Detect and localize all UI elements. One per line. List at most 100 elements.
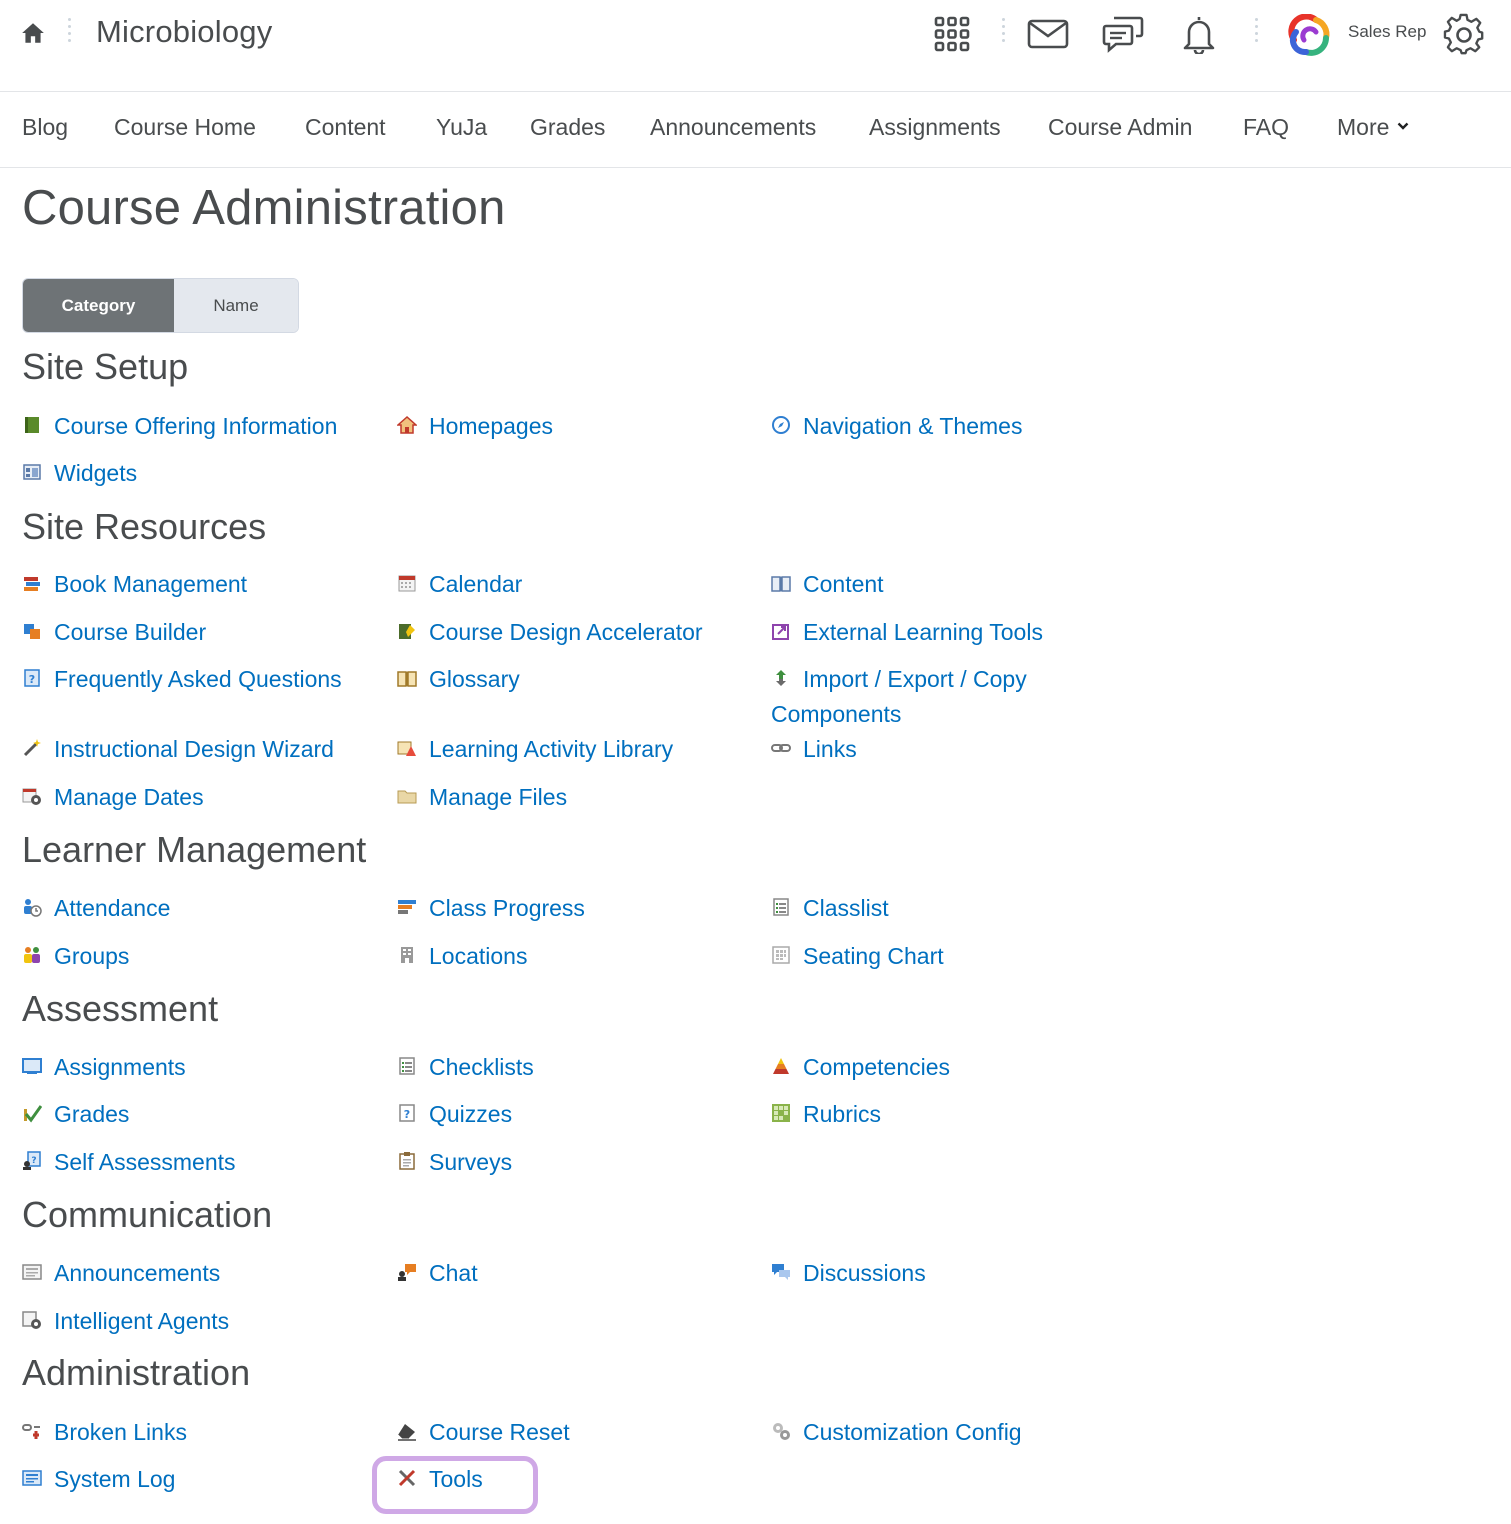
tool-broken-links[interactable]: Broken Links xyxy=(22,1415,382,1450)
tool-checklists[interactable]: Checklists xyxy=(397,1050,757,1085)
tool-label: Attendance xyxy=(54,895,171,921)
tool-label: Grades xyxy=(54,1101,130,1127)
nav-yuja[interactable]: YuJa xyxy=(436,114,487,141)
seating-chart-icon xyxy=(772,946,790,964)
user-name[interactable]: Sales Rep xyxy=(1348,22,1426,42)
tool-course-offering-information[interactable]: Course Offering Information xyxy=(22,409,382,444)
eraser-icon xyxy=(397,1424,416,1441)
open-book-icon xyxy=(771,576,791,592)
section-title-learner-management: Learner Management xyxy=(22,829,367,870)
waffle-grid-icon[interactable] xyxy=(930,12,974,56)
tool-locations[interactable]: Locations xyxy=(397,939,757,974)
tool-classlist[interactable]: Classlist xyxy=(771,891,1131,926)
chevron-down-icon xyxy=(1398,122,1409,130)
tool-label: Groups xyxy=(54,943,130,969)
tool-competencies[interactable]: Competencies xyxy=(771,1050,1131,1085)
tool-chat[interactable]: Chat xyxy=(397,1256,757,1291)
tool-course-builder[interactable]: Course Builder xyxy=(22,615,382,650)
home-icon[interactable] xyxy=(20,20,46,46)
tool-seating-chart[interactable]: Seating Chart xyxy=(771,939,1131,974)
tool-system-log[interactable]: System Log xyxy=(22,1462,382,1497)
tool-attendance[interactable]: Attendance xyxy=(22,891,382,926)
tool-import-export-copy-components[interactable]: Import / Export / Copy Components xyxy=(771,662,1131,732)
tool-book-management[interactable]: Book Management xyxy=(22,567,382,602)
course-builder-icon xyxy=(24,624,40,639)
tool-course-design-accelerator[interactable]: Course Design Accelerator xyxy=(397,615,757,650)
toggle-category-button[interactable]: Category xyxy=(23,279,174,332)
tool-label: Surveys xyxy=(429,1149,513,1175)
chat-bubbles-icon[interactable] xyxy=(1101,12,1145,56)
tool-homepages[interactable]: Homepages xyxy=(397,409,757,444)
nav-faq[interactable]: FAQ xyxy=(1243,114,1289,141)
tool-glossary[interactable]: Glossary xyxy=(397,662,757,697)
tool-external-learning-tools[interactable]: External Learning Tools xyxy=(771,615,1131,650)
tool-links[interactable]: Links xyxy=(771,732,1131,767)
tool-calendar[interactable]: Calendar xyxy=(397,567,757,602)
tool-groups[interactable]: Groups xyxy=(22,939,382,974)
brand-logo[interactable] xyxy=(1286,14,1332,56)
nav-assignments[interactable]: Assignments xyxy=(869,114,1001,141)
calendar-icon xyxy=(398,575,416,592)
toggle-name-button[interactable]: Name xyxy=(174,279,298,332)
tool-label: Widgets xyxy=(54,460,138,486)
tool-announcements[interactable]: Announcements xyxy=(22,1256,382,1291)
tool-label: Self Assessments xyxy=(54,1149,236,1175)
course-title[interactable]: Microbiology xyxy=(96,14,272,50)
self-assessment-icon: ? xyxy=(23,1151,41,1170)
announcements-icon xyxy=(22,1264,42,1280)
tool-widgets[interactable]: Widgets xyxy=(22,456,382,491)
tool-surveys[interactable]: Surveys xyxy=(397,1145,757,1180)
nav-more-label: More xyxy=(1337,114,1390,140)
tool-learning-activity-library[interactable]: Learning Activity Library xyxy=(397,732,757,767)
widgets-icon xyxy=(23,464,41,480)
classlist-icon xyxy=(773,898,789,916)
building-icon xyxy=(401,947,413,963)
tool-label: Homepages xyxy=(429,413,554,439)
mail-icon[interactable] xyxy=(1026,12,1070,56)
tool-self-assessments[interactable]: ? Self Assessments xyxy=(22,1145,382,1180)
tool-label: Quizzes xyxy=(429,1101,513,1127)
design-accelerator-icon xyxy=(399,624,415,639)
folder-icon xyxy=(397,790,417,804)
tool-label: Navigation & Themes xyxy=(803,413,1023,439)
tool-manage-files[interactable]: Manage Files xyxy=(397,780,757,815)
nav-grades[interactable]: Grades xyxy=(530,114,605,141)
tool-content[interactable]: Content xyxy=(771,567,1131,602)
tool-navigation-themes[interactable]: Navigation & Themes xyxy=(771,409,1131,444)
tool-label: Discussions xyxy=(803,1260,926,1286)
tool-manage-dates[interactable]: Manage Dates xyxy=(22,780,382,815)
tool-quizzes[interactable]: ? Quizzes xyxy=(397,1097,757,1132)
wand-icon xyxy=(23,739,41,757)
tool-customization-config[interactable]: Customization Config xyxy=(771,1415,1131,1450)
book-icon xyxy=(25,417,39,433)
tool-label: Instructional Design Wizard xyxy=(54,736,334,762)
section-title-site-setup: Site Setup xyxy=(22,346,189,387)
tool-intelligent-agents[interactable]: Intelligent Agents xyxy=(22,1304,382,1339)
page-title: Course Administration xyxy=(22,181,506,235)
top-header: Microbiology Sales Rep xyxy=(0,0,1511,92)
tool-label: Checklists xyxy=(429,1054,534,1080)
gear-icon[interactable] xyxy=(1442,12,1486,56)
tools-highlight-outline xyxy=(372,1456,538,1514)
tool-grades[interactable]: Grades xyxy=(22,1097,382,1132)
tool-label: Manage Files xyxy=(429,784,568,810)
tool-course-reset[interactable]: Course Reset xyxy=(397,1415,757,1450)
nav-course-home[interactable]: Course Home xyxy=(114,114,256,141)
nav-content[interactable]: Content xyxy=(305,114,386,141)
nav-blog[interactable]: Blog xyxy=(22,114,68,141)
tool-discussions[interactable]: Discussions xyxy=(771,1256,1131,1291)
tool-instructional-design-wizard[interactable]: Instructional Design Wizard xyxy=(22,732,382,767)
nav-more[interactable]: More xyxy=(1337,114,1409,141)
tool-label: Course Offering Information xyxy=(54,413,338,439)
checklist-icon xyxy=(399,1057,415,1075)
nav-course-admin[interactable]: Course Admin xyxy=(1048,114,1192,141)
system-log-icon xyxy=(22,1470,42,1486)
tool-rubrics[interactable]: Rubrics xyxy=(771,1097,1131,1132)
tool-label: Calendar xyxy=(429,571,523,597)
tool-class-progress[interactable]: Class Progress xyxy=(397,891,757,926)
tool-frequently-asked-questions[interactable]: ? Frequently Asked Questions xyxy=(22,662,382,697)
bell-icon[interactable] xyxy=(1177,12,1221,56)
intelligent-agents-icon xyxy=(22,1311,41,1329)
tool-assignments[interactable]: Assignments xyxy=(22,1050,382,1085)
nav-announcements[interactable]: Announcements xyxy=(650,114,816,141)
